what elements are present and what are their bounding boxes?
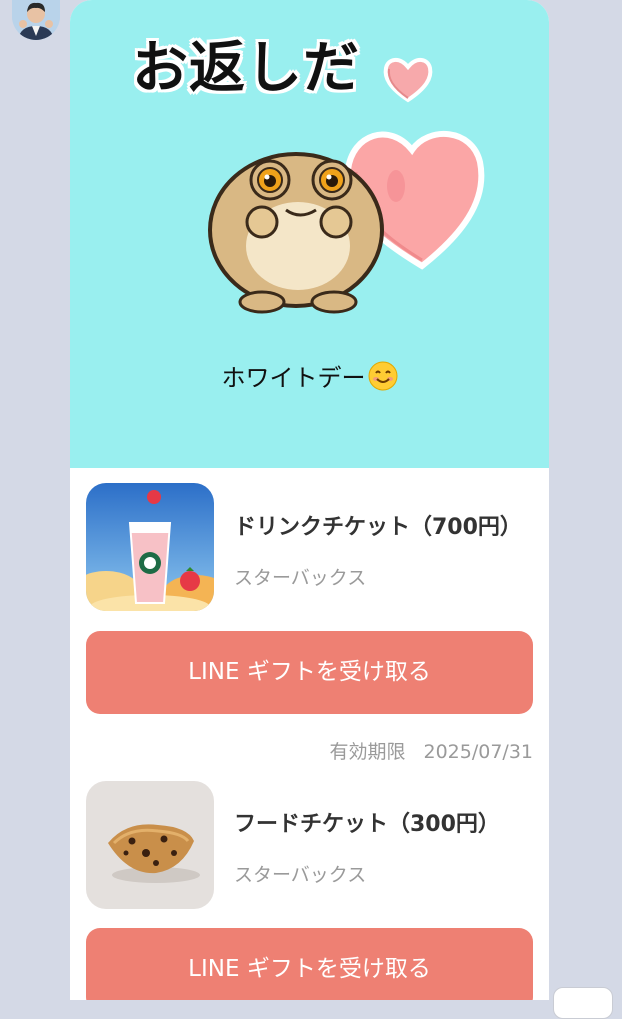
scroll-to-bottom-button[interactable]	[553, 987, 613, 1019]
scone-thumbnail[interactable]	[86, 781, 214, 909]
hero-message: ホワイトデー	[70, 358, 549, 393]
item-brand: スターバックス	[234, 567, 367, 589]
expiry-label: 有効期限	[329, 741, 406, 763]
avatar[interactable]	[12, 0, 60, 40]
frog-sticker	[208, 130, 485, 314]
hero-message-text: ホワイトデー	[221, 364, 366, 392]
smile-emoji-icon	[368, 361, 397, 391]
item-brand: スターバックス	[234, 864, 367, 886]
hero-title: お返しだ	[132, 36, 360, 101]
expiry-info: 有効期限 2025/07/31	[329, 737, 533, 764]
receive-gift-button[interactable]: LINE ギフトを受け取る	[86, 631, 533, 714]
avatar-image	[12, 0, 60, 40]
drink-thumbnail[interactable]	[86, 483, 214, 611]
expiry-date: 2025/07/31	[423, 741, 533, 763]
receive-gift-button[interactable]: LINE ギフトを受け取る	[86, 928, 533, 1000]
gift-card-hero: お返しだ ホワイトデー	[70, 0, 549, 468]
item-name: ドリンクチケット（700円）	[234, 515, 522, 540]
heart-icon	[383, 58, 433, 103]
item-name: フードチケット（300円）	[234, 812, 500, 837]
gift-message-card: お返しだ ホワイトデー ドリンクチケット（700円） スターバックス LINE …	[70, 0, 549, 1000]
